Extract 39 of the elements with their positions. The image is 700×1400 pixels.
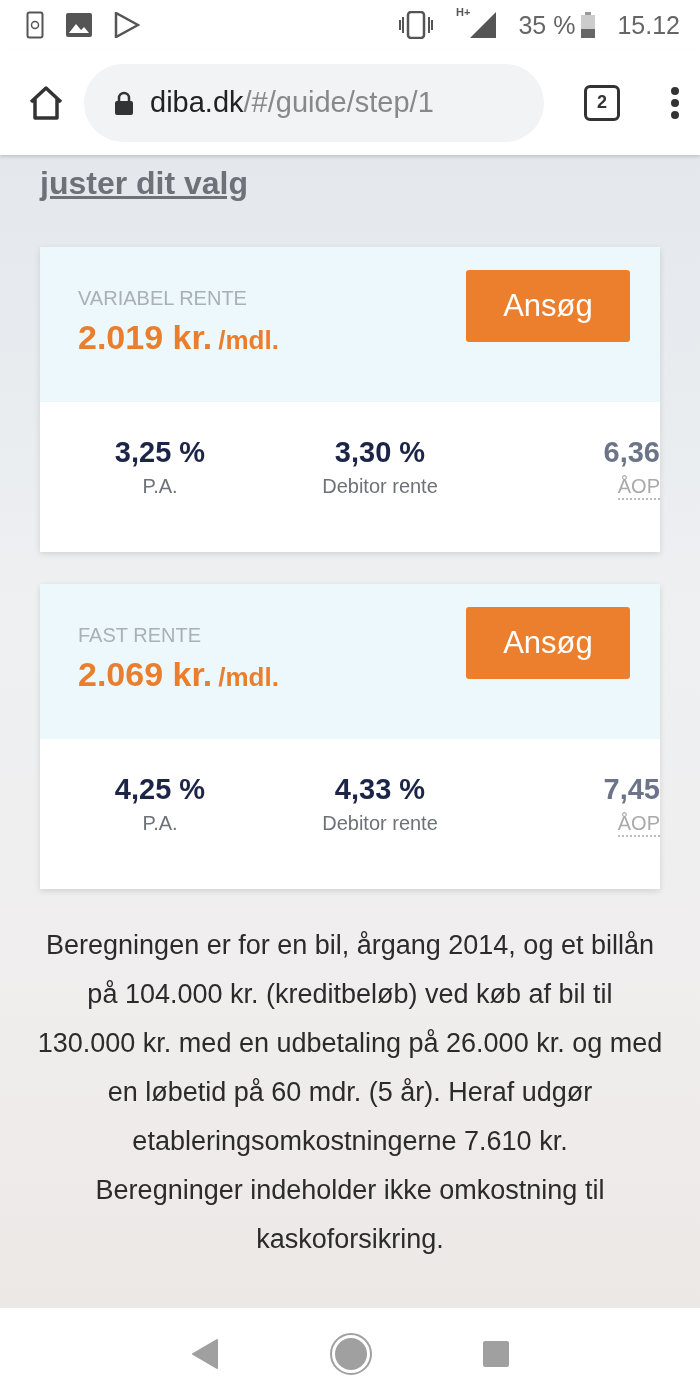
monthly-amount: 2.069 kr.: [78, 655, 213, 693]
signal-icon: [470, 12, 497, 38]
image-icon: [66, 13, 92, 37]
stat-label: ÅOP: [617, 475, 660, 500]
rate-type: FAST RENTE: [78, 624, 202, 647]
stat-value: 3,30 %: [334, 436, 426, 469]
amount-unit: /mdl.: [218, 325, 279, 355]
battery-icon: [581, 12, 596, 38]
menu-icon[interactable]: [670, 86, 680, 119]
stat-label: P.A.: [142, 475, 178, 498]
home-button-icon[interactable]: [329, 1332, 373, 1376]
amount-unit: /mdl.: [218, 662, 279, 692]
stat-value: 3,25 %: [114, 436, 206, 469]
stat-value: 7,45: [603, 773, 660, 806]
network-type: H+: [456, 6, 471, 18]
battery-percent: 35 %: [518, 10, 576, 40]
address-bar[interactable]: diba.dk/#/guide/step/1: [84, 63, 544, 142]
stat-label: Debitor rente: [322, 475, 438, 498]
insurance-note: Beregninger indeholder ikke omkostning til kaskoforsikring.: [94, 1174, 606, 1256]
adjust-link[interactable]: juster dit valg: [40, 165, 660, 215]
rate-type: VARIABEL RENTE: [78, 287, 248, 310]
stat-label: P.A.: [142, 812, 178, 835]
url-text: diba.dk/#/guide/step/1: [150, 86, 434, 119]
clock: 15.12: [617, 10, 680, 40]
stat-value: 4,33 %: [334, 773, 426, 806]
stat-label: ÅOP: [617, 812, 660, 837]
play-store-icon: [114, 12, 140, 38]
vibrate-icon: [398, 11, 435, 39]
calculation-note: Beregningen er for en bil, årgang 2014, og et billån på 104.000 kr. (kreditbeløb) ved køb af bil til 130.000 kr. med en udbetaling på 26.000 kr. og med en løbetid på 60 mdr. (5 år). Heraf udgør etableringsomkostningerne 7.610 kr.: [36, 929, 664, 1158]
stat-value: 6,36: [603, 436, 660, 469]
apply-button[interactable]: Ansøg: [466, 270, 630, 342]
tab-count[interactable]: 2: [584, 84, 620, 121]
back-icon[interactable]: [191, 1338, 219, 1370]
home-icon[interactable]: [28, 84, 64, 121]
lock-icon: [114, 90, 134, 115]
monthly-amount: 2.019 kr.: [78, 318, 213, 356]
apply-button[interactable]: Ansøg: [466, 607, 630, 679]
stat-label: Debitor rente: [322, 812, 438, 835]
stat-value: 4,25 %: [114, 773, 206, 806]
